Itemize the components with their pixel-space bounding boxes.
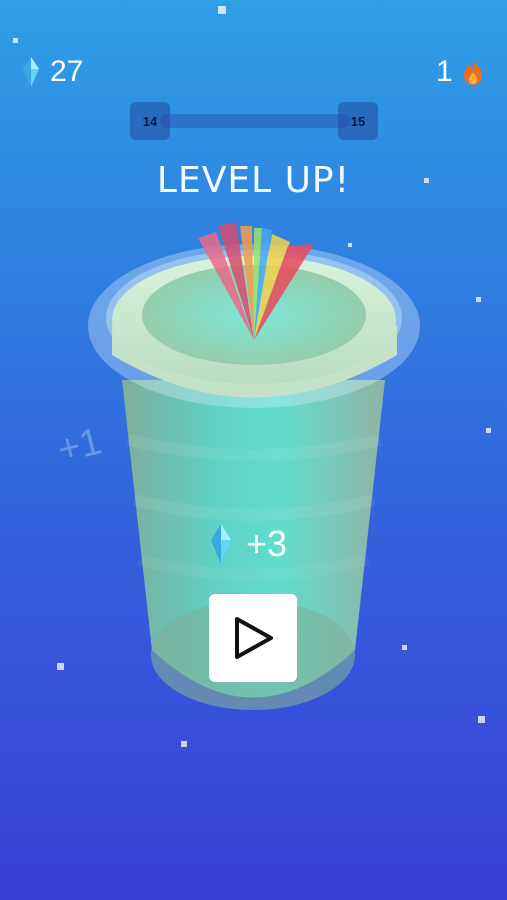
gem-icon [211, 524, 231, 564]
reward-display: +3 [210, 522, 287, 566]
play-icon [235, 617, 273, 659]
reward-amount: +3 [246, 523, 288, 564]
play-button[interactable] [209, 594, 297, 682]
